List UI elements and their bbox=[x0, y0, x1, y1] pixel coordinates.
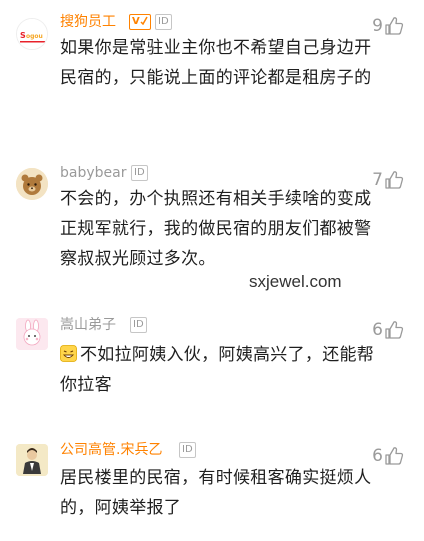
character-avatar-icon bbox=[16, 444, 48, 476]
comment-item: 嵩山弟子 ID 6 不如拉阿姨入伙，阿姨高兴了，还能帮你拉客 bbox=[0, 300, 424, 430]
comment-text: 居民楼里的民宿，有时候租客确实挺烦人的，阿姨举报了 bbox=[60, 468, 372, 518]
bear-avatar-icon bbox=[16, 168, 48, 200]
comment-item: 公司高管.宋兵乙 ID 6 居民楼里的民宿，有时候租客确实挺烦人的，阿姨举报了 bbox=[0, 430, 424, 541]
comment-item: babybear ID 7 不会的，办个执照还有相关手续啥的变成正规军就行，我的… bbox=[0, 150, 424, 300]
vip-badge-icon: V bbox=[129, 14, 151, 30]
thumb-up-icon bbox=[385, 321, 404, 339]
comment-text: 如果你是常驻业主你也不希望自己身边开民宿的，只能说上面的评论都是租房子的 bbox=[60, 38, 372, 88]
sogou-logo-icon: S ogou bbox=[17, 19, 47, 49]
username[interactable]: 搜狗员工 bbox=[60, 13, 116, 31]
like-count: 6 bbox=[372, 320, 383, 340]
bunny-avatar-icon bbox=[16, 318, 48, 350]
comment-list: S ogou 搜狗员工 V ID 9 如果你是常驻业主你也不希望自己身边开民宿的… bbox=[0, 0, 424, 541]
watermark: sxjewel.com bbox=[249, 272, 342, 291]
svg-text:ogou: ogou bbox=[26, 33, 43, 40]
id-badge: ID bbox=[155, 14, 172, 30]
like-button[interactable]: 6 bbox=[372, 320, 404, 340]
username[interactable]: 嵩山弟子 bbox=[60, 316, 116, 334]
id-badge: ID bbox=[179, 442, 196, 458]
avatar[interactable] bbox=[16, 168, 48, 200]
grin-emoji-icon bbox=[60, 345, 77, 362]
id-badge: ID bbox=[130, 317, 147, 333]
avatar[interactable] bbox=[16, 318, 48, 350]
thumb-up-icon bbox=[385, 17, 404, 35]
comment-text: 不如拉阿姨入伙，阿姨高兴了，还能帮你拉客 bbox=[60, 345, 375, 395]
avatar[interactable]: S ogou bbox=[16, 18, 48, 50]
comment-item: S ogou 搜狗员工 V ID 9 如果你是常驻业主你也不希望自己身边开民宿的… bbox=[0, 0, 424, 150]
thumb-up-icon bbox=[385, 171, 404, 189]
id-badge: ID bbox=[131, 165, 148, 181]
thumb-up-icon bbox=[385, 447, 404, 465]
avatar[interactable] bbox=[16, 444, 48, 476]
comment-text: 不会的，办个执照还有相关手续啥的变成正规军就行，我的做民宿的朋友们都被警察叔叔光… bbox=[60, 189, 372, 269]
username[interactable]: babybear bbox=[60, 164, 126, 182]
username[interactable]: 公司高管.宋兵乙 bbox=[60, 441, 162, 459]
